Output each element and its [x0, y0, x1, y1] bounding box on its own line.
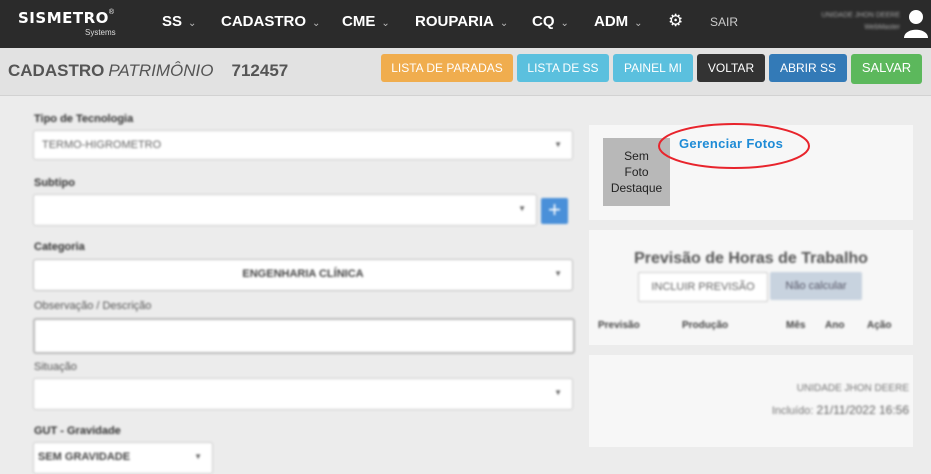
nao-calcular-button[interactable]: Não calcular [770, 272, 862, 300]
nav-adm[interactable]: ADM ⌄ [594, 13, 643, 30]
logo-registered-mark: ® [108, 9, 115, 16]
nav-ss[interactable]: SS ⌄ [162, 13, 196, 30]
page-title-section: CADASTRO [8, 61, 105, 80]
chevron-down-icon: ⌄ [312, 18, 321, 29]
col-mes: Mês [786, 320, 806, 331]
nav-cme[interactable]: CME ⌄ [342, 13, 390, 30]
chevron-down-icon: ⌄ [634, 18, 643, 29]
user-role: WebMaster [864, 24, 900, 31]
incluir-previsao-button[interactable]: INCLUIR PREVISÃO [638, 272, 768, 302]
caret-down-icon: ▼ [194, 452, 202, 461]
caret-down-icon: ▼ [554, 388, 562, 397]
situacao-select[interactable]: ▼ [33, 378, 573, 410]
included-label: Incluído: [771, 405, 814, 417]
user-info: UNIDADE JHON DEERE WebMaster [760, 10, 900, 34]
work-hours-title: Previsão de Horas de Trabalho [634, 250, 868, 267]
categoria-label: Categoria [34, 241, 85, 253]
chevron-down-icon: ⌄ [188, 18, 197, 29]
gut-gravidade-label: GUT - Gravidade [34, 425, 121, 437]
gear-icon[interactable]: ⚙ [668, 11, 683, 31]
categoria-select[interactable]: ENGENHARIA CLÍNICA ▼ [33, 259, 573, 291]
observacao-input[interactable] [33, 318, 575, 354]
tipo-tecnologia-value: TERMO-HIGROMETRO [42, 139, 162, 151]
col-acao: Ação [867, 320, 892, 331]
page-header: CADASTRO PATRIMÔNIO 712457 LISTA DE PARADA… [0, 48, 931, 96]
painel-mi-button[interactable]: PAINEL MI [613, 54, 693, 82]
gut-gravidade-value: SEM GRAVIDADE [38, 451, 131, 463]
page-title: CADASTRO PATRIMÔNIO 712457 [8, 61, 288, 81]
logo-text: SISMETRO [18, 9, 109, 27]
asset-number: 712457 [231, 61, 289, 80]
subtipo-label: Subtipo [34, 177, 75, 189]
nav-cq[interactable]: CQ ⌄ [532, 13, 569, 30]
abrir-ss-button[interactable]: ABRIR SS [769, 54, 847, 82]
user-avatar-icon[interactable] [903, 8, 929, 38]
add-subtipo-button[interactable]: + [541, 198, 568, 224]
no-photo-line-3: Destaque [610, 181, 663, 195]
chevron-down-icon: ⌄ [560, 18, 569, 29]
logo-subtitle: Systems [85, 28, 116, 37]
user-unit: UNIDADE JHON DEERE [821, 12, 900, 19]
logout-link[interactable]: SAIR [710, 15, 738, 29]
record-included: Incluído: 21/11/2022 16:56 [772, 403, 909, 417]
manage-photos-link[interactable]: Gerenciar Fotos [679, 136, 783, 151]
lista-ss-button[interactable]: LISTA DE SS [517, 54, 609, 82]
nav-cadastro[interactable]: CADASTRO ⌄ [221, 13, 320, 30]
caret-down-icon: ▼ [518, 204, 526, 213]
lista-paradas-button[interactable]: LISTA DE PARADAS [381, 54, 513, 82]
col-ano: Ano [825, 320, 845, 331]
caret-down-icon: ▼ [554, 140, 562, 149]
record-unit: UNIDADE JHON DEERE [796, 383, 909, 394]
included-date: 21/11/2022 16:56 [816, 403, 909, 417]
chevron-down-icon: ⌄ [499, 18, 509, 29]
caret-down-icon: ▼ [554, 269, 562, 278]
chevron-down-icon: ⌄ [381, 18, 390, 29]
nav-rouparia[interactable]: ROUPARIA ⌄ [415, 13, 508, 30]
categoria-value: ENGENHARIA CLÍNICA [242, 268, 364, 280]
gut-gravidade-select[interactable]: SEM GRAVIDADE ▼ [33, 442, 213, 474]
tipo-tecnologia-label: Tipo de Tecnologia [34, 113, 134, 125]
situacao-label: Situação [34, 361, 77, 373]
col-previsao: Previsão [598, 320, 640, 331]
observacao-label: Observação / Descrição [34, 300, 152, 312]
top-navbar: SISMETRO® Systems SS ⌄ CADASTRO ⌄ CME ⌄ ROU… [0, 0, 931, 48]
page-title-entity: PATRIMÔNIO [108, 61, 214, 80]
sismetro-logo[interactable]: SISMETRO® Systems [18, 9, 116, 37]
record-meta-panel [589, 355, 913, 447]
voltar-button[interactable]: VOLTAR [697, 54, 765, 82]
salvar-button[interactable]: SALVAR [851, 54, 922, 84]
subtipo-select[interactable]: ▼ [33, 194, 537, 226]
col-producao: Produção [682, 320, 729, 331]
tipo-tecnologia-select[interactable]: TERMO-HIGROMETRO ▼ [33, 130, 573, 160]
